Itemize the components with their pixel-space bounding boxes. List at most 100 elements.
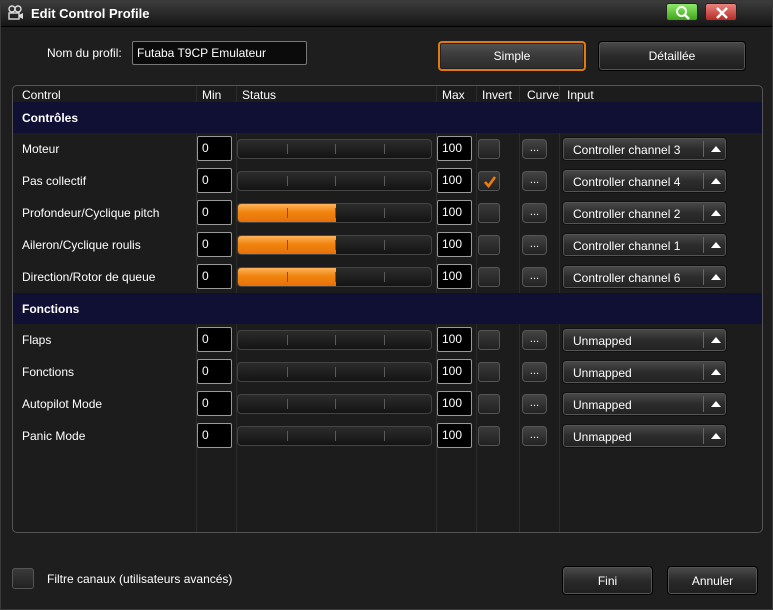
max-input[interactable]: 100 [437, 391, 472, 416]
max-input[interactable]: 100 [437, 136, 472, 161]
select-divider [703, 173, 704, 189]
input-select[interactable]: Controller channel 6 [562, 265, 727, 289]
input-select-value: Controller channel 3 [573, 143, 681, 157]
input-select[interactable]: Controller channel 4 [562, 169, 727, 193]
select-divider [703, 205, 704, 221]
curve-button[interactable]: ... [522, 330, 547, 350]
input-select-value: Unmapped [573, 430, 632, 444]
header-invert: Invert [482, 88, 513, 102]
status-tick [287, 399, 288, 409]
input-select-value: Unmapped [573, 398, 632, 412]
status-bar [237, 394, 432, 414]
min-input[interactable]: 0 [197, 391, 232, 416]
section-header: Contrôles [13, 102, 762, 133]
max-input[interactable]: 100 [437, 359, 472, 384]
title-bar[interactable]: Edit Control Profile [1, 1, 772, 27]
status-bar [237, 171, 432, 191]
input-select[interactable]: Unmapped [562, 360, 727, 384]
max-input[interactable]: 100 [437, 232, 472, 257]
profile-name-input[interactable] [132, 41, 307, 65]
close-x-icon [716, 7, 728, 19]
status-tick [287, 367, 288, 377]
finish-button[interactable]: Fini [562, 566, 653, 595]
max-input[interactable]: 100 [437, 327, 472, 352]
invert-checkbox[interactable] [478, 426, 500, 446]
min-input[interactable]: 0 [197, 359, 232, 384]
max-input[interactable]: 100 [437, 264, 472, 289]
curve-button[interactable]: ... [522, 139, 547, 159]
invert-checkbox[interactable] [478, 362, 500, 382]
invert-checkbox[interactable] [478, 203, 500, 223]
max-input[interactable]: 100 [437, 423, 472, 448]
input-select[interactable]: Controller channel 2 [562, 201, 727, 225]
header-max: Max [442, 88, 465, 102]
table-row: Direction/Rotor de queue 0 100... Controlle… [13, 261, 762, 293]
invert-checkbox[interactable] [478, 394, 500, 414]
curve-button[interactable]: ... [522, 362, 547, 382]
status-tick [287, 272, 288, 282]
max-input[interactable]: 100 [437, 200, 472, 225]
control-name: Fonctions [22, 365, 75, 379]
invert-checkbox[interactable] [478, 171, 500, 191]
curve-button[interactable]: ... [522, 394, 547, 414]
table-row: Pas collectif 0 100... Controller channel 4 [13, 165, 762, 197]
status-tick [287, 144, 288, 154]
min-input[interactable]: 0 [197, 327, 232, 352]
select-divider [703, 141, 704, 157]
status-tick [384, 367, 385, 377]
table-row: Aileron/Cyclique roulis 0 100... Controller… [13, 229, 762, 261]
input-select-value: Controller channel 1 [573, 239, 681, 253]
curve-button[interactable]: ... [522, 171, 547, 191]
min-input[interactable]: 0 [197, 423, 232, 448]
triangle-up-icon [711, 337, 721, 343]
window-title: Edit Control Profile [31, 6, 150, 21]
control-name: Moteur [22, 142, 60, 156]
header-input: Input [567, 88, 594, 102]
status-bar [237, 235, 432, 255]
channel-filter-checkbox[interactable] [12, 568, 34, 589]
input-select[interactable]: Unmapped [562, 424, 727, 448]
status-tick [384, 272, 385, 282]
curve-button[interactable]: ... [522, 235, 547, 255]
min-input[interactable]: 0 [197, 232, 232, 257]
curve-button[interactable]: ... [522, 426, 547, 446]
control-table: Control Min Status Max Invert Curve Inpu… [12, 85, 763, 533]
invert-checkbox[interactable] [478, 330, 500, 350]
cancel-button[interactable]: Annuler [667, 566, 758, 595]
detailed-mode-button[interactable]: Détaillée [598, 41, 746, 71]
status-tick [384, 431, 385, 441]
input-select[interactable]: Unmapped [562, 392, 727, 416]
control-name: Profondeur/Cyclique pitch [22, 206, 160, 220]
input-select-value: Unmapped [573, 334, 632, 348]
status-tick [335, 272, 336, 282]
search-button[interactable] [666, 3, 698, 21]
table-row: Autopilot Mode 0 100... Unmapped [13, 388, 762, 420]
curve-button[interactable]: ... [522, 203, 547, 223]
table-row: Fonctions 0 100... Unmapped [13, 356, 762, 388]
invert-checkbox[interactable] [478, 267, 500, 287]
header-min: Min [202, 88, 222, 102]
status-tick [335, 208, 336, 218]
input-select[interactable]: Controller channel 3 [562, 137, 727, 161]
triangle-up-icon [711, 210, 721, 216]
close-button[interactable] [705, 3, 737, 21]
status-bar [237, 426, 432, 446]
max-input[interactable]: 100 [437, 168, 472, 193]
min-input[interactable]: 0 [197, 200, 232, 225]
select-divider [703, 269, 704, 285]
section-header: Fonctions [13, 293, 762, 324]
input-select[interactable]: Controller channel 1 [562, 233, 727, 257]
simple-mode-button[interactable]: Simple [438, 41, 586, 71]
status-tick [384, 399, 385, 409]
curve-button[interactable]: ... [522, 267, 547, 287]
select-divider [703, 364, 704, 380]
min-input[interactable]: 0 [197, 264, 232, 289]
status-tick [384, 176, 385, 186]
min-input[interactable]: 0 [197, 136, 232, 161]
invert-checkbox[interactable] [478, 139, 500, 159]
control-name: Aileron/Cyclique roulis [22, 238, 141, 252]
select-divider [703, 428, 704, 444]
input-select[interactable]: Unmapped [562, 328, 727, 352]
invert-checkbox[interactable] [478, 235, 500, 255]
min-input[interactable]: 0 [197, 168, 232, 193]
